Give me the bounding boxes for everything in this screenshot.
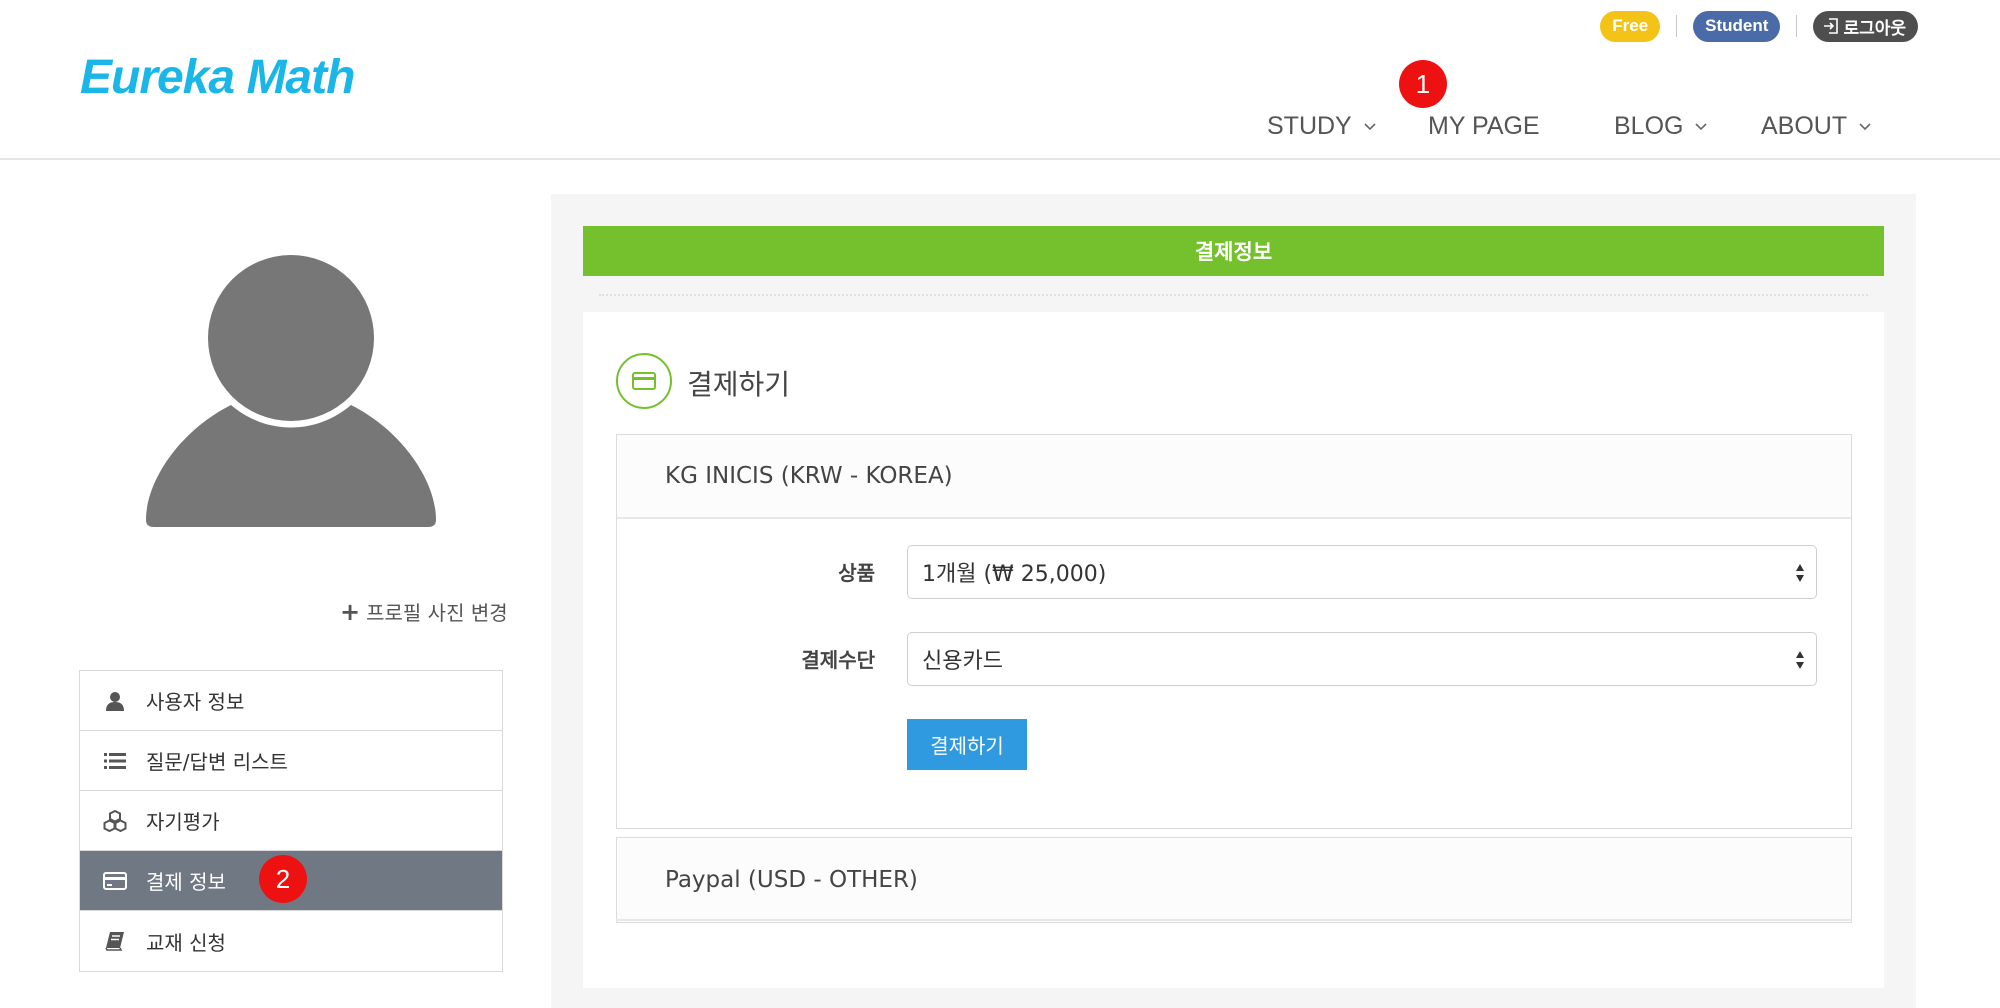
sidebar-item-qna-list[interactable]: 질문/답변 리스트 xyxy=(80,731,502,791)
section-title: 결제하기 xyxy=(687,368,791,401)
payment-method-select[interactable]: 신용카드 xyxy=(907,632,1817,686)
chevron-down-icon xyxy=(1364,122,1376,130)
product-select-value: 1개월 (₩ 25,000) xyxy=(922,562,1107,587)
credit-card-icon xyxy=(616,353,672,409)
top-utility-bar: Free Student 로그아웃 xyxy=(1600,10,1918,42)
provider-header-inicis[interactable]: KG INICIS (KRW - KOREA) xyxy=(617,435,1851,519)
nav-my-page[interactable]: MY PAGE xyxy=(1428,112,1540,141)
divider xyxy=(1796,15,1798,37)
pay-button[interactable]: 결제하기 xyxy=(907,719,1027,770)
divider xyxy=(616,919,1852,921)
payment-info-banner: 결제정보 xyxy=(583,226,1884,276)
step-marker-1: 1 xyxy=(1399,60,1447,108)
credit-card-icon xyxy=(102,868,128,894)
chevron-down-icon xyxy=(1859,122,1871,130)
product-select[interactable]: 1개월 (₩ 25,000) xyxy=(907,545,1817,599)
step-marker-2: 2 xyxy=(259,855,307,903)
nav-about[interactable]: ABOUT xyxy=(1761,112,1871,141)
sidebar-item-label: 결제 정보 xyxy=(146,870,226,894)
divider xyxy=(1676,15,1678,37)
nav-study[interactable]: STUDY xyxy=(1267,112,1376,141)
divider xyxy=(599,294,1868,296)
site-header: Eureka Math Free Student 로그아웃 STUDY MY P… xyxy=(0,0,2000,160)
sidebar-item-self-assessment[interactable]: 자기평가 xyxy=(80,791,502,851)
product-label: 상품 xyxy=(838,561,875,585)
student-badge[interactable]: Student xyxy=(1693,10,1781,42)
sidebar-item-label: 사용자 정보 xyxy=(146,690,245,714)
provider-header-paypal[interactable]: Paypal (USD - OTHER) xyxy=(616,837,1852,923)
nav-my-page-label: MY PAGE xyxy=(1428,112,1540,140)
sidebar-item-textbook-request[interactable]: 교재 신청 xyxy=(80,911,502,971)
payment-method-select-value: 신용카드 xyxy=(922,649,1003,674)
nav-blog-label: BLOG xyxy=(1614,112,1684,140)
free-badge[interactable]: Free xyxy=(1600,10,1661,42)
logo[interactable]: Eureka Math xyxy=(80,50,355,105)
avatar xyxy=(146,255,436,527)
list-icon xyxy=(102,748,128,774)
cubes-icon xyxy=(102,808,128,834)
sidebar-item-user-info[interactable]: 사용자 정보 xyxy=(80,671,502,731)
chevron-down-icon xyxy=(1695,122,1708,130)
logout-button[interactable]: 로그아웃 xyxy=(1813,10,1918,42)
change-photo-link[interactable]: + 프로필 사진 변경 xyxy=(340,597,508,626)
logout-icon xyxy=(1824,18,1839,34)
sidebar-menu: 사용자 정보 질문/답변 리스트 자기평가 결제 정보 교재 신청 xyxy=(79,670,503,972)
user-icon xyxy=(102,688,128,714)
select-arrows-icon xyxy=(1796,564,1804,582)
sidebar-item-label: 교재 신청 xyxy=(146,930,226,955)
nav-blog[interactable]: BLOG xyxy=(1614,112,1708,141)
change-photo-label: 프로필 사진 변경 xyxy=(366,601,508,625)
book-icon xyxy=(102,928,128,954)
plus-icon: + xyxy=(340,597,361,626)
logout-label: 로그아웃 xyxy=(1843,18,1906,38)
sidebar-item-label: 질문/답변 리스트 xyxy=(146,750,288,774)
sidebar-item-label: 자기평가 xyxy=(146,810,220,834)
nav-study-label: STUDY xyxy=(1267,112,1352,140)
select-arrows-icon xyxy=(1796,651,1804,669)
nav-about-label: ABOUT xyxy=(1761,112,1848,140)
payment-method-label: 결제수단 xyxy=(801,648,875,672)
